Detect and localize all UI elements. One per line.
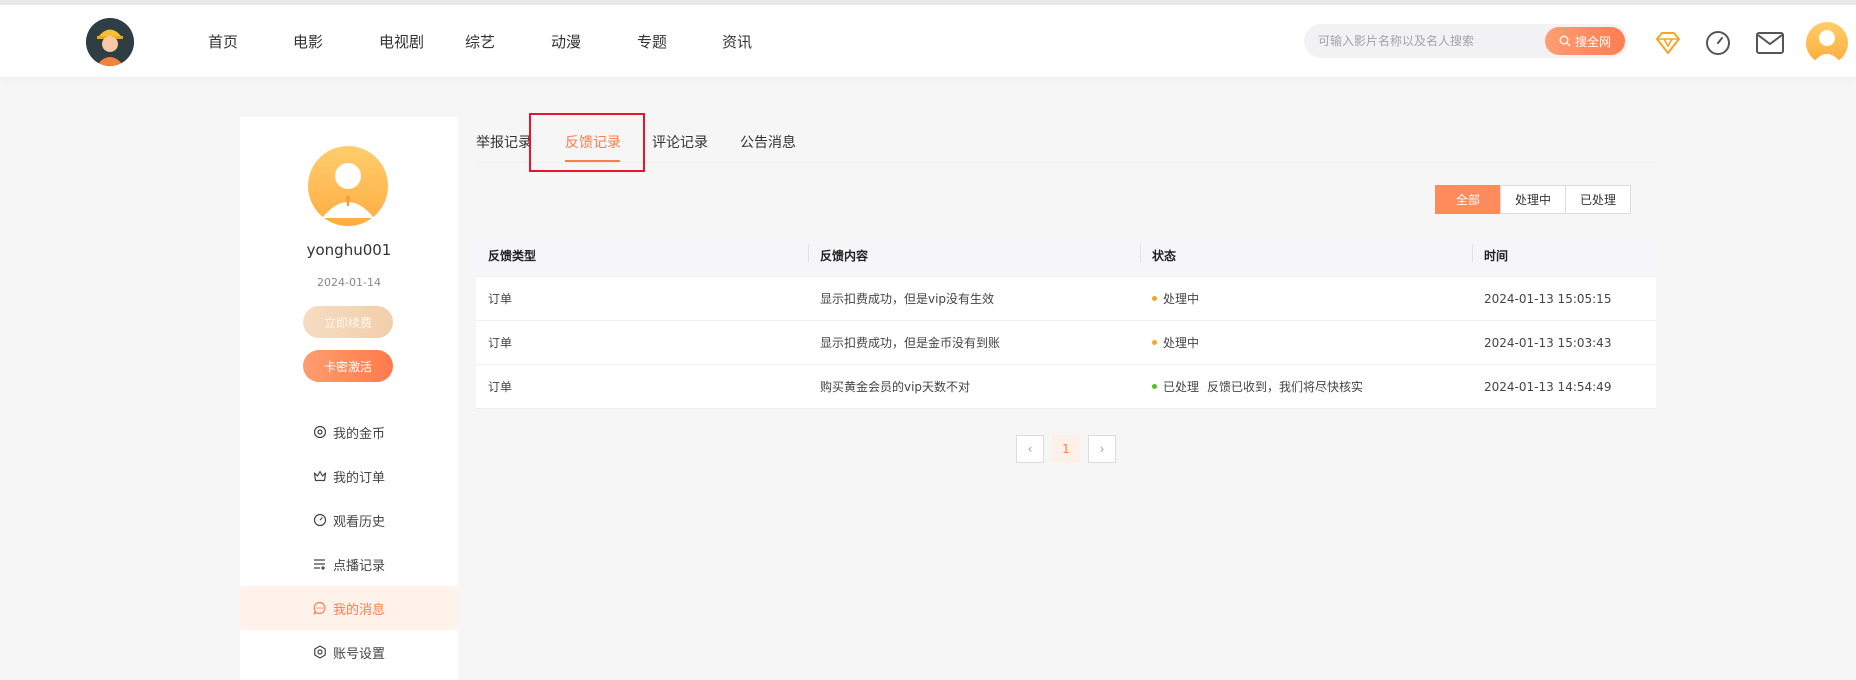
user-sidebar: yonghu001 2024-01-14 立即续费 卡密激活 我的金币 我的订单… (240, 117, 458, 680)
sidebar-item-label: 我的金币 (332, 426, 385, 442)
nav-movies[interactable]: 电影 (293, 31, 323, 52)
feedback-status: 已处理 反馈已收到，我们将尽快核实 (1140, 378, 1472, 395)
card-activate-button[interactable]: 卡密激活 (303, 350, 393, 382)
profile-username: yonghu001 (306, 241, 392, 259)
status-filter: 全部 处理中 已处理 (1435, 185, 1631, 214)
sidebar-item-label: 我的订单 (332, 470, 385, 486)
next-page-button[interactable]: › (1088, 435, 1116, 463)
profile-avatar (308, 146, 388, 226)
site-header: 首页 电影 电视剧 综艺 动漫 专题 资讯 搜全网 (0, 5, 1856, 77)
status-dot-icon (1152, 340, 1157, 345)
feedback-time: 2024-01-13 14:54:49 (1484, 379, 1612, 394)
nav-anime[interactable]: 动漫 (551, 31, 581, 52)
status-text: 处理中 (1163, 336, 1200, 350)
sidebar-item-label: 账号设置 (332, 646, 385, 662)
history-icon (313, 513, 327, 527)
search-bar: 搜全网 (1304, 24, 1628, 58)
column-header-time: 时间 (1472, 243, 1656, 264)
sidebar-item-account-settings[interactable]: 账号设置 (240, 630, 458, 674)
diamond-icon[interactable] (1654, 29, 1682, 57)
mail-icon[interactable] (1754, 29, 1786, 57)
nav-variety[interactable]: 综艺 (465, 31, 495, 52)
feedback-time: 2024-01-13 15:03:43 (1484, 335, 1612, 350)
renew-button[interactable]: 立即续费 (303, 306, 393, 338)
sidebar-item-messages[interactable]: 我的消息 (240, 586, 458, 630)
status-dot-icon (1152, 384, 1157, 389)
table-header: 反馈类型 反馈内容 状态 时间 (476, 234, 1656, 277)
feedback-status: 处理中 (1140, 290, 1472, 307)
sidebar-item-history[interactable]: 观看历史 (240, 498, 458, 542)
status-reply: 反馈已收到，我们将尽快核实 (1207, 380, 1364, 394)
tab-report-records[interactable]: 举报记录 (476, 132, 532, 152)
column-header-status: 状态 (1140, 243, 1472, 264)
table-row: 订单 显示扣费成功，但是金币没有到账 处理中 2024-01-13 15:03:… (476, 321, 1656, 365)
main-content: 举报记录 反馈记录 评论记录 公告消息 全部 处理中 已处理 反馈类型 反馈内容… (476, 113, 1656, 680)
nav-tv-series[interactable]: 电视剧 (379, 31, 424, 52)
filter-processed[interactable]: 已处理 (1565, 185, 1631, 214)
crown-icon (313, 470, 327, 482)
feedback-type: 订单 (488, 336, 513, 350)
coin-icon (313, 425, 327, 439)
site-logo[interactable] (86, 18, 134, 66)
feedback-table: 反馈类型 反馈内容 状态 时间 订单 显示扣费成功，但是vip没有生效 处理中 … (476, 234, 1656, 409)
message-icon (313, 601, 326, 615)
feedback-status: 处理中 (1140, 334, 1472, 351)
page-number-current[interactable]: 1 (1052, 435, 1080, 463)
settings-icon (314, 645, 326, 659)
search-icon (1559, 35, 1571, 47)
tab-announcements[interactable]: 公告消息 (740, 132, 796, 152)
search-button[interactable]: 搜全网 (1545, 27, 1625, 55)
search-button-label: 搜全网 (1574, 34, 1611, 49)
sidebar-item-coins[interactable]: 我的金币 (240, 410, 458, 454)
playlist-icon (313, 559, 325, 570)
feedback-content: 购买黄金会员的vip天数不对 (820, 380, 971, 394)
profile-date: 2024-01-14 (317, 276, 381, 289)
feedback-content: 显示扣费成功，但是vip没有生效 (820, 292, 995, 306)
record-tabs: 举报记录 反馈记录 评论记录 公告消息 (476, 113, 1656, 172)
history-clock-icon[interactable] (1704, 29, 1732, 57)
user-avatar[interactable] (1806, 22, 1848, 64)
status-dot-icon (1152, 296, 1157, 301)
status-text: 已处理 (1163, 380, 1200, 394)
status-text: 处理中 (1163, 292, 1200, 306)
filter-processing[interactable]: 处理中 (1500, 185, 1566, 214)
feedback-type: 订单 (488, 380, 513, 394)
feedback-content: 显示扣费成功，但是金币没有到账 (820, 336, 1001, 350)
table-row: 订单 购买黄金会员的vip天数不对 已处理 反馈已收到，我们将尽快核实 2024… (476, 365, 1656, 409)
table-row: 订单 显示扣费成功，但是vip没有生效 处理中 2024-01-13 15:05… (476, 277, 1656, 321)
sidebar-item-vod-records[interactable]: 点播记录 (240, 542, 458, 586)
prev-page-button[interactable]: ‹ (1016, 435, 1044, 463)
column-header-type: 反馈类型 (488, 248, 537, 263)
sidebar-item-orders[interactable]: 我的订单 (240, 454, 458, 498)
sidebar-item-label: 点播记录 (332, 558, 385, 574)
pagination: ‹ 1 › (1016, 435, 1116, 463)
feedback-type: 订单 (488, 292, 513, 306)
search-input[interactable] (1318, 24, 1538, 58)
feedback-time: 2024-01-13 15:05:15 (1484, 291, 1612, 306)
nav-topics[interactable]: 专题 (637, 31, 667, 52)
nav-home[interactable]: 首页 (208, 31, 238, 52)
highlight-box (529, 113, 645, 172)
sidebar-item-label: 观看历史 (332, 514, 385, 530)
tab-comment-records[interactable]: 评论记录 (652, 132, 708, 152)
sidebar-item-label: 我的消息 (332, 602, 385, 618)
filter-all[interactable]: 全部 (1435, 185, 1501, 214)
column-header-content: 反馈内容 (808, 243, 1140, 264)
nav-news[interactable]: 资讯 (722, 31, 752, 52)
